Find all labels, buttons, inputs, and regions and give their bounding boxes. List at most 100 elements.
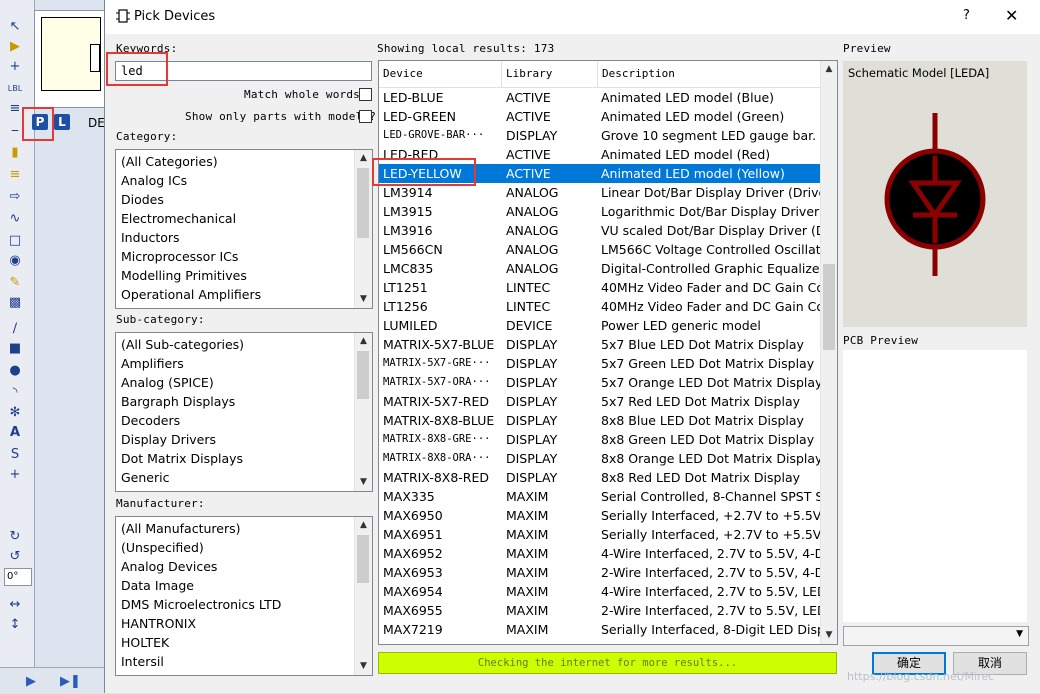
table-row[interactable]: MAX6955 MAXIM 2-Wire Interfaced, 2.7V to 5… [379,601,823,620]
library-mode-button[interactable]: L [54,114,70,130]
step-icon[interactable]: ▶❚ [60,674,81,689]
manufacturer-item[interactable]: DMS Microelectronics LTD [116,595,355,614]
table-row[interactable]: LED-BLUE ACTIVE Animated LED model (Blue) [379,88,820,107]
category-item[interactable]: Analog ICs [116,171,355,190]
category-item[interactable]: Operational Amplifiers [116,285,355,304]
subcategory-item[interactable]: Bargraph Displays [116,392,355,411]
rotate-cw-icon[interactable]: ↻ [5,528,25,546]
play-icon[interactable]: ▶ [26,674,36,689]
scroll-up-icon[interactable]: ▲ [821,61,837,78]
scroll-up-icon[interactable]: ▲ [355,150,372,167]
table-row[interactable]: LED-GROVE-BAR··· DISPLAY Grove 10 segment … [379,126,820,145]
arc-icon[interactable]: ◝ [5,384,25,402]
junction-icon[interactable]: + [5,58,25,76]
category-item[interactable]: Modelling Primitives [116,266,355,285]
manufacturer-item[interactable]: Data Image [116,576,355,595]
help-button[interactable]: ? [963,8,970,23]
subcategory-item[interactable]: Dot Matrix Displays [116,449,355,468]
table-row[interactable]: MATRIX-5X7-RED DISPLAY 5x7 Red LED Dot Mat… [379,392,820,411]
table-row[interactable]: LUMILED DEVICE Power LED generic model [379,316,820,335]
table-row[interactable]: LT1256 LINTEC 40MHz Video Fader and DC Gai… [379,297,823,316]
table-row[interactable]: MATRIX-8X8-ORA··· DISPLAY 8x8 Orange LED D… [379,449,822,468]
manufacturer-item[interactable]: Analog Devices [116,557,355,576]
table-row[interactable]: MAX6951 MAXIM Serially Interfaced, +2.7V t… [379,525,823,544]
subcategory-scrollbar[interactable]: ▲ ▼ [354,333,372,491]
table-row[interactable]: MATRIX-5X7-GRE··· DISPLAY 5x7 Green LED Do… [379,354,820,373]
column-header-description[interactable]: Description [598,61,820,87]
box-icon[interactable]: ■ [5,340,25,358]
scroll-thumb[interactable] [357,351,369,399]
scroll-thumb[interactable] [823,264,835,350]
scroll-thumb[interactable] [357,168,369,238]
symbol-icon[interactable]: S [5,446,25,464]
terminal-icon[interactable]: ≡ [5,166,25,184]
table-row[interactable]: MAX6950 MAXIM Serially Interfaced, +2.7V t… [379,506,823,525]
manufacturer-item[interactable]: HOLTEK [116,633,355,652]
probe-icon[interactable]: ✎ [5,274,25,292]
table-row[interactable]: MAX335 MAXIM Serial Controlled, 8-Channel … [379,487,823,506]
table-row[interactable]: MAX6954 MAXIM 4-Wire Interfaced, 2.7V to 5… [379,582,823,601]
table-row[interactable]: MATRIX-5X7-BLUE DISPLAY 5x7 Blue LED Dot M… [379,335,820,354]
rotation-field[interactable]: 0° [4,568,32,586]
table-row[interactable]: MAX6952 MAXIM 4-Wire Interfaced, 2.7V to 5… [379,544,823,563]
table-row[interactable]: LMC835 ANALOG Digital-Controlled Graphic E… [379,259,823,278]
table-row[interactable]: MAX6953 MAXIM 2-Wire Interfaced, 2.7V to 5… [379,563,823,582]
manufacturer-item[interactable]: Intersil [116,652,355,671]
subcategory-item[interactable]: (All Sub-categories) [116,335,355,354]
manufacturer-scrollbar[interactable]: ▲ ▼ [354,517,372,675]
text-icon[interactable]: A [5,424,25,442]
table-row[interactable]: MATRIX-8X8-GRE··· DISPLAY 8x8 Green LED Do… [379,430,820,449]
table-row[interactable]: LM3915 ANALOG Logarithmic Dot/Bar Display … [379,202,823,221]
results-scrollbar[interactable]: ▲ ▼ [820,61,837,644]
category-scrollbar[interactable]: ▲ ▼ [354,150,372,308]
table-row[interactable]: LT1251 LINTEC 40MHz Video Fader and DC Gai… [379,278,823,297]
subcategory-item[interactable]: Generic [116,468,355,487]
table-row[interactable]: MATRIX-5X7-ORA··· DISPLAY 5x7 Orange LED D… [379,373,822,392]
manufacturer-item[interactable]: (Unspecified) [116,538,355,557]
close-button[interactable]: ✕ [1005,6,1018,25]
manufacturer-list[interactable]: (All Manufacturers) (Unspecified) Analog D… [115,516,373,676]
category-item[interactable]: Electromechanical [116,209,355,228]
table-row[interactable]: LM3916 ANALOG VU scaled Dot/Bar Display Dr… [379,221,823,240]
marker-icon[interactable]: + [5,466,25,484]
subcategory-item[interactable]: Display Drivers [116,430,355,449]
label-icon[interactable]: LBL [5,80,25,98]
subcategory-item[interactable]: Analog (SPICE) [116,373,355,392]
scroll-down-icon[interactable]: ▼ [821,627,837,644]
subcategory-item[interactable]: Amplifiers [116,354,355,373]
category-item[interactable]: Inductors [116,228,355,247]
table-row[interactable]: MAX7219 MAXIM Serially Interfaced, 8-Digit… [379,620,823,639]
category-list[interactable]: (All Categories) Analog ICs Diodes Electrom… [115,149,373,309]
generator-icon[interactable]: ◉ [5,252,25,270]
pin-icon[interactable]: ⇨ [5,188,25,206]
rotate-ccw-icon[interactable]: ↺ [5,548,25,566]
results-table[interactable]: Device Library Description LED-BLUE ACTIV… [378,60,838,645]
mirror-x-icon[interactable]: ↔ [5,596,25,614]
instrument-icon[interactable]: ▩ [5,294,25,312]
line-icon[interactable]: ∕ [5,320,25,338]
table-row[interactable]: LM566CN ANALOG LM566C Voltage Controlled O… [379,240,823,259]
overview-window[interactable] [34,10,108,108]
table-row[interactable]: MATRIX-8X8-RED DISPLAY 8x8 Red LED Dot Mat… [379,468,820,487]
table-row[interactable]: LED-GREEN ACTIVE Animated LED model (Green… [379,107,820,126]
column-header-device[interactable]: Device [379,61,502,87]
circle-icon[interactable]: ● [5,362,25,380]
category-item[interactable]: (All Categories) [116,152,355,171]
graph-icon[interactable]: ∿ [5,210,25,228]
tape-icon[interactable]: □ [5,232,25,250]
scroll-thumb[interactable] [357,535,369,583]
scroll-down-icon[interactable]: ▼ [355,474,372,491]
category-item[interactable]: Microprocessor ICs [116,247,355,266]
selection-icon[interactable]: ↖ [5,18,25,36]
mirror-y-icon[interactable]: ↕ [5,616,25,634]
manufacturer-item[interactable]: HANTRONIX [116,614,355,633]
scroll-up-icon[interactable]: ▲ [355,333,372,350]
table-row[interactable]: MATRIX-8X8-BLUE DISPLAY 8x8 Blue LED Dot M… [379,411,820,430]
show-only-models-checkbox[interactable] [359,110,372,123]
scroll-up-icon[interactable]: ▲ [355,517,372,534]
subcircuit-icon[interactable]: ▮ [5,144,25,162]
pcb-package-select[interactable]: ▼ [843,626,1029,646]
category-item[interactable]: Diodes [116,190,355,209]
scroll-down-icon[interactable]: ▼ [355,291,372,308]
scroll-down-icon[interactable]: ▼ [355,658,372,675]
